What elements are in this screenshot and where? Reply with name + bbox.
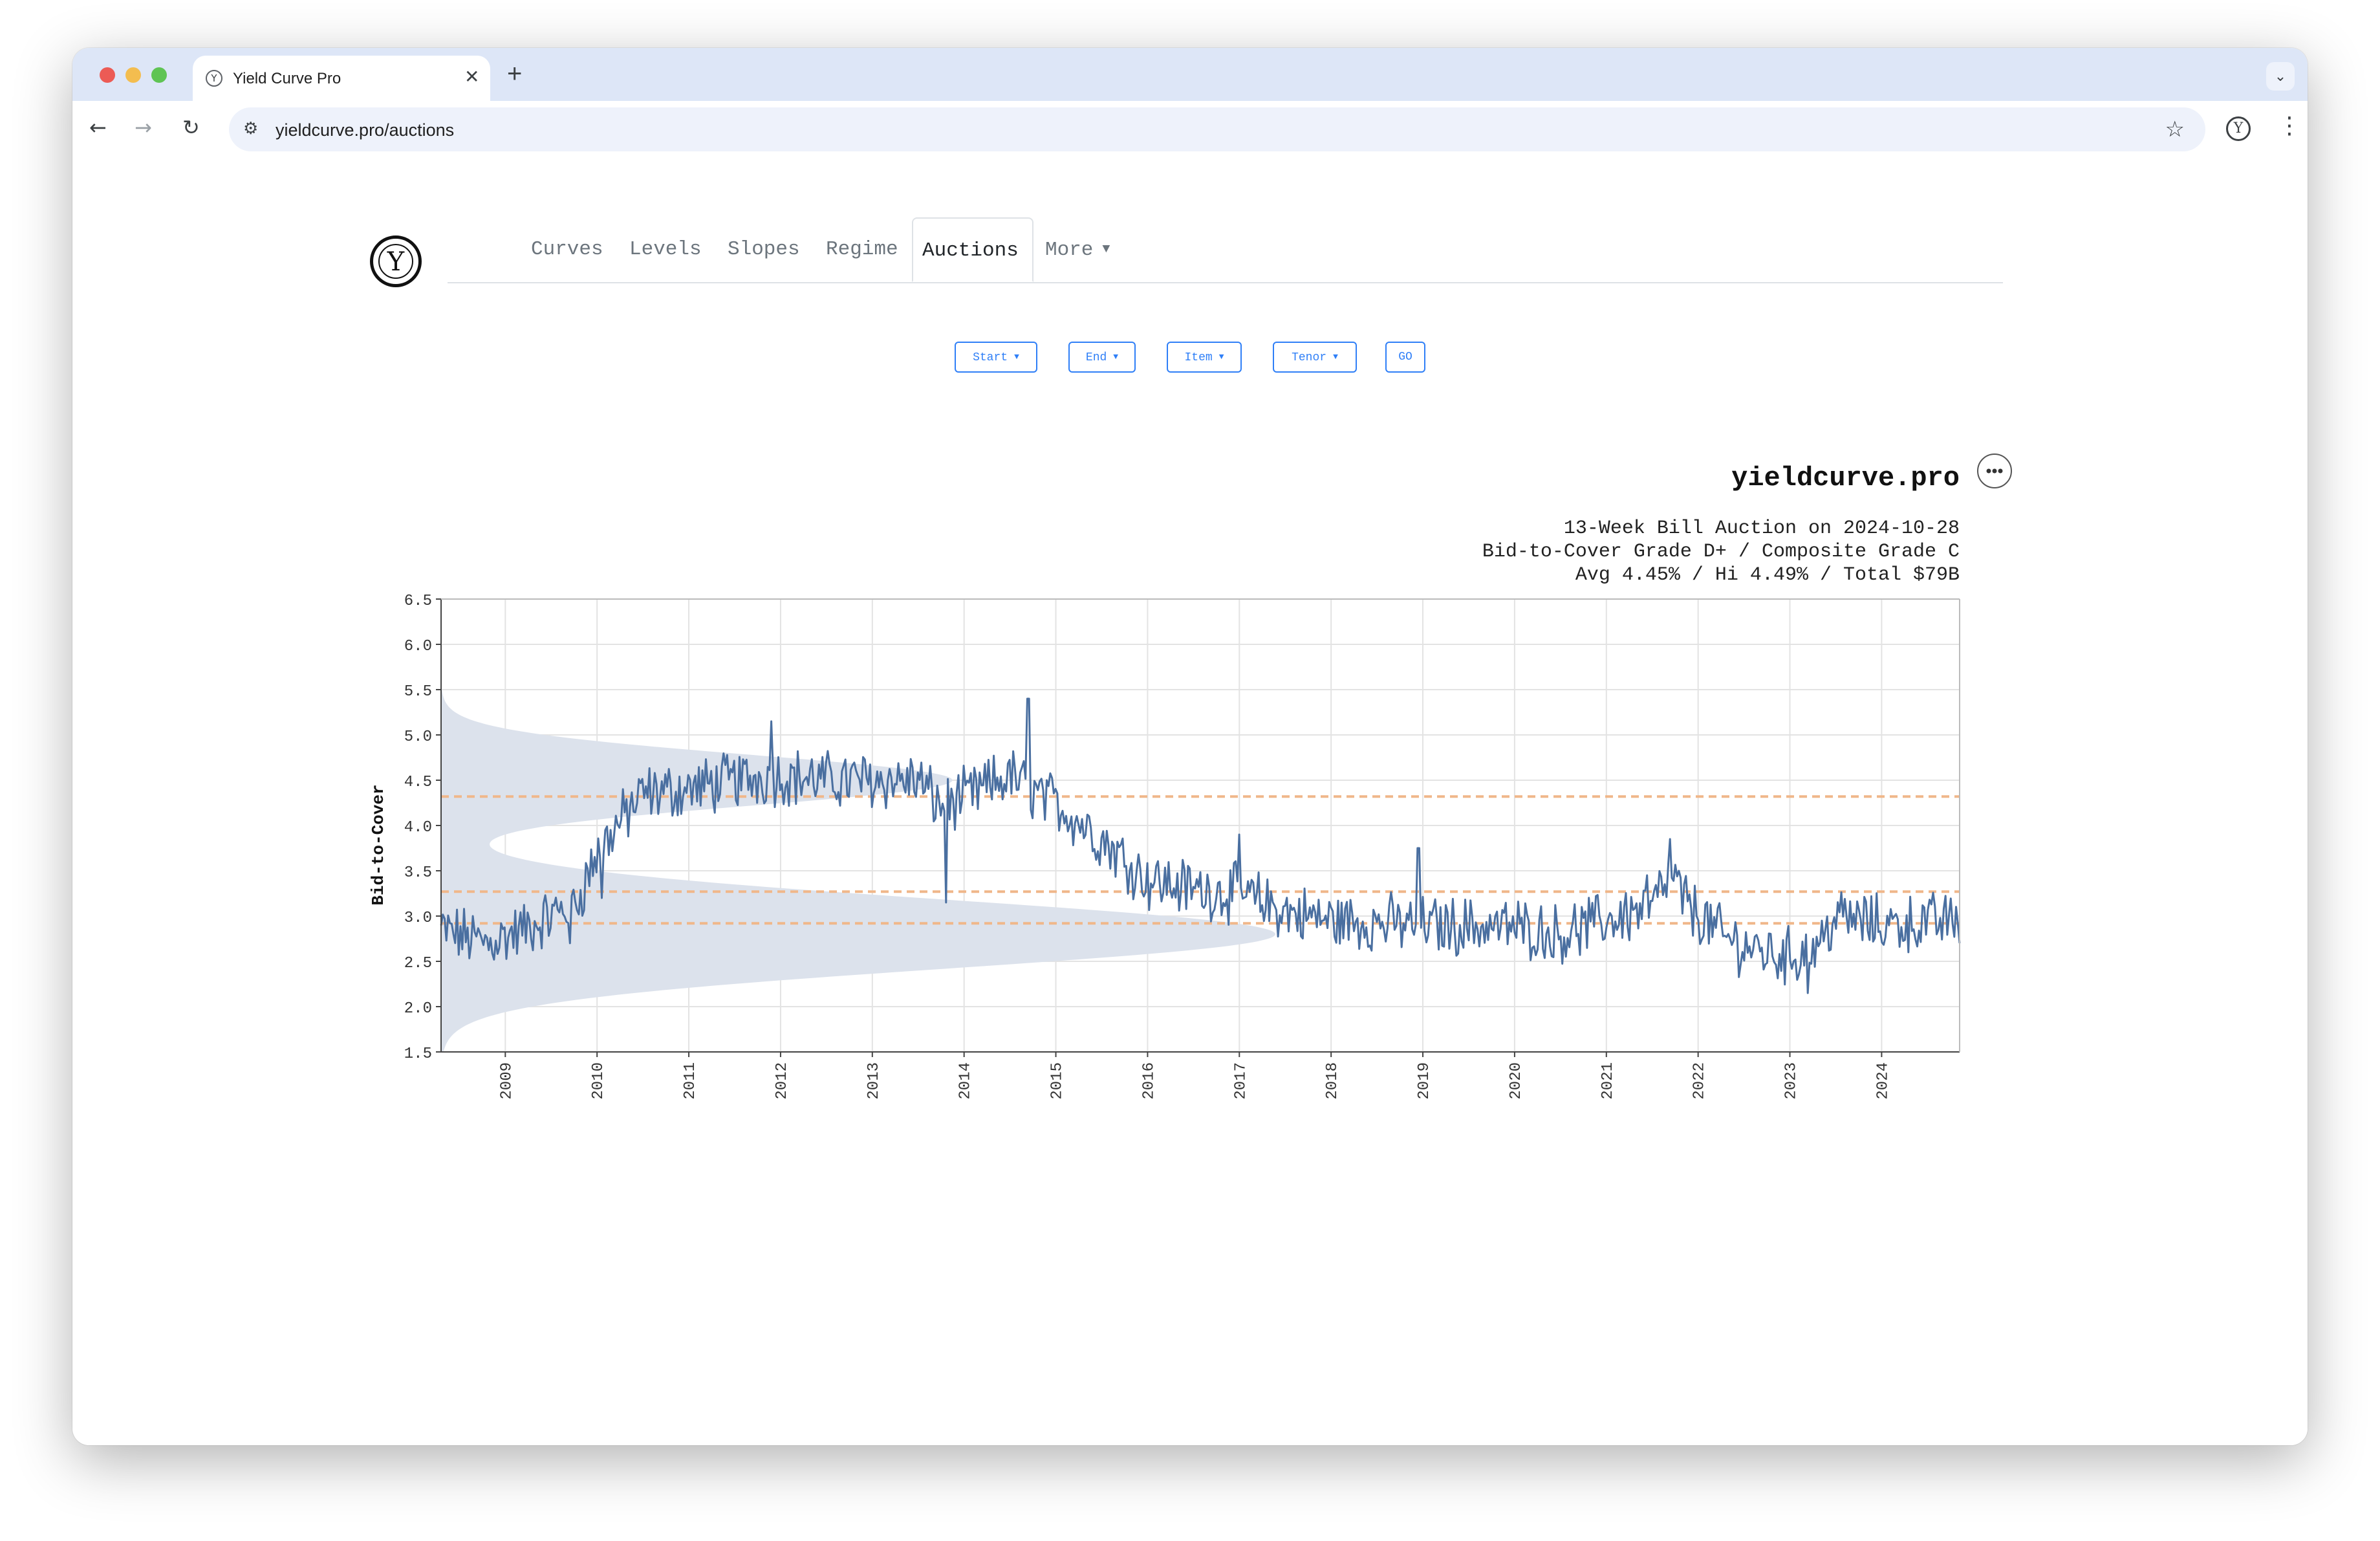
tab-close-icon[interactable]: ✕ [464, 66, 479, 87]
x-tick-label: 2021 [1599, 1062, 1617, 1100]
x-tick-label: 2015 [1049, 1062, 1066, 1100]
y-tick-label: 6.0 [404, 638, 432, 655]
x-tick-label: 2022 [1691, 1062, 1709, 1100]
chart-menu-button[interactable] [1977, 454, 2012, 488]
tab-search-chevron-down-icon[interactable]: ⌄ [2266, 62, 2295, 91]
forward-arrow-icon[interactable]: → [135, 115, 152, 140]
y-tick-label: 3.0 [404, 910, 432, 927]
x-tick-label: 2013 [865, 1062, 883, 1100]
x-tick-label: 2023 [1783, 1062, 1801, 1100]
x-tick-label: 2012 [774, 1062, 791, 1100]
x-tick-label: 2020 [1508, 1062, 1525, 1100]
x-tick-label: 2010 [590, 1062, 607, 1100]
browser-toolbar: ← → ↻ ⚙ yieldcurve.pro/auctions ☆ Y ⋮ [72, 101, 2308, 160]
tab-strip: Y Yield Curve Pro ✕ + ⌄ [72, 48, 2308, 101]
new-tab-button[interactable]: + [507, 60, 522, 89]
browser-menu-kebab-icon[interactable]: ⋮ [2278, 113, 2301, 139]
x-tick-label: 2009 [498, 1062, 515, 1100]
y-tick-label: 6.5 [404, 593, 432, 610]
x-tick-label: 2018 [1324, 1062, 1341, 1100]
site-settings-icon[interactable]: ⚙ [243, 119, 258, 138]
y-tick-label: 2.5 [404, 955, 432, 972]
x-tick-label: 2014 [957, 1062, 975, 1100]
x-tick-label: 2017 [1232, 1062, 1250, 1100]
x-tick-label: 2016 [1140, 1062, 1158, 1100]
chart-info-line: Avg 4.45% / Hi 4.49% / Total $79B [1575, 564, 1960, 586]
minimize-window-button[interactable] [125, 67, 141, 83]
y-tick-label: 5.0 [404, 728, 432, 746]
x-tick-label: 2024 [1874, 1062, 1892, 1100]
y-tick-label: 4.5 [404, 774, 432, 791]
close-window-button[interactable] [100, 67, 115, 83]
x-tick-label: 2011 [682, 1062, 699, 1100]
y-tick-label: 4.0 [404, 819, 432, 836]
y-tick-label: 3.5 [404, 864, 432, 882]
browser-window: Y Yield Curve Pro ✕ + ⌄ ← → ↻ ⚙ yieldcur… [72, 48, 2308, 1445]
more-dots-icon [1986, 468, 1991, 474]
bid-to-cover-chart: yieldcurve.pro 13-Week Bill Auction on 20… [369, 454, 2012, 1100]
url-text[interactable]: yieldcurve.pro/auctions [276, 120, 454, 140]
more-dots-icon [1998, 468, 2003, 474]
more-dots-icon [1992, 468, 1997, 474]
maximize-window-button[interactable] [151, 67, 167, 83]
browser-tab[interactable]: Y Yield Curve Pro ✕ [193, 56, 490, 101]
bookmark-star-icon[interactable]: ☆ [2165, 116, 2185, 142]
site-favicon-icon: Y [206, 70, 222, 87]
profile-avatar-icon[interactable]: Y [2226, 116, 2251, 141]
y-tick-label: 5.5 [404, 683, 432, 701]
y-tick-label: 1.5 [404, 1045, 432, 1063]
tab-title: Yield Curve Pro [233, 70, 341, 87]
back-arrow-icon[interactable]: ← [89, 115, 107, 140]
reload-icon[interactable]: ↻ [182, 115, 200, 140]
x-tick-label: 2019 [1416, 1062, 1433, 1100]
y-tick-label: 2.0 [404, 1000, 432, 1018]
chart-info-line: 13-Week Bill Auction on 2024-10-28 [1564, 518, 1960, 540]
distribution-area [441, 662, 1275, 1052]
address-bar[interactable]: ⚙ yieldcurve.pro/auctions ☆ [229, 107, 2205, 151]
chart-brand-title: yieldcurve.pro [1731, 463, 1960, 494]
y-axis-label: Bid-to-Cover [369, 784, 388, 905]
chart-info-line: Bid-to-Cover Grade D+ / Composite Grade … [1482, 541, 1960, 563]
page-content: Y Curves Levels Slopes Regime Auctions M… [72, 159, 2308, 1445]
